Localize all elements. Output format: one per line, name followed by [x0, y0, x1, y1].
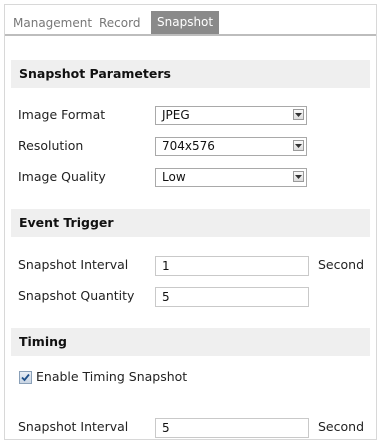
image-format-value: JPEG: [162, 108, 190, 122]
event-snapshot-interval-value: 1: [162, 259, 170, 273]
event-snapshot-interval-input[interactable]: 1: [155, 256, 309, 276]
event-interval-unit: Second: [318, 257, 365, 272]
section-title: Timing: [19, 334, 67, 349]
resolution-label: Resolution: [18, 138, 84, 153]
tab-snapshot[interactable]: Snapshot: [151, 11, 220, 34]
snapshot-settings-panel: Management Record Snapshot Snapshot Para…: [4, 4, 377, 440]
tab-record[interactable]: Record: [99, 12, 140, 34]
section-title: Snapshot Parameters: [19, 66, 171, 81]
section-header-event-trigger: Event Trigger: [11, 209, 370, 237]
section-header-timing: Timing: [11, 328, 370, 356]
image-quality-select[interactable]: Low: [155, 168, 307, 187]
enable-timing-snapshot-checkbox[interactable]: [19, 371, 32, 384]
chevron-down-icon[interactable]: [293, 171, 304, 182]
image-quality-value: Low: [162, 170, 186, 184]
snapshot-quantity-input[interactable]: 5: [155, 287, 309, 307]
chevron-down-icon[interactable]: [293, 109, 304, 120]
timing-snapshot-interval-value: 5: [162, 421, 170, 435]
snapshot-quantity-value: 5: [162, 290, 170, 304]
snapshot-quantity-label: Snapshot Quantity: [18, 288, 135, 303]
section-header-snapshot-parameters: Snapshot Parameters: [11, 60, 370, 88]
event-snapshot-interval-label: Snapshot Interval: [18, 257, 129, 272]
image-format-label: Image Format: [18, 107, 106, 122]
checkmark-icon: [21, 373, 30, 382]
resolution-select[interactable]: 704x576: [155, 137, 307, 156]
enable-timing-snapshot-label[interactable]: Enable Timing Snapshot: [36, 367, 187, 387]
tab-bar: Management Record Snapshot: [5, 5, 376, 36]
chevron-down-icon[interactable]: [293, 140, 304, 151]
tab-management[interactable]: Management: [13, 12, 92, 34]
image-format-select[interactable]: JPEG: [155, 106, 307, 125]
resolution-value: 704x576: [162, 139, 215, 153]
timing-interval-unit: Second: [318, 419, 365, 434]
timing-snapshot-interval-input[interactable]: 5: [155, 418, 309, 438]
image-quality-label: Image Quality: [18, 169, 106, 184]
section-title: Event Trigger: [19, 215, 114, 230]
timing-snapshot-interval-label: Snapshot Interval: [18, 419, 129, 434]
